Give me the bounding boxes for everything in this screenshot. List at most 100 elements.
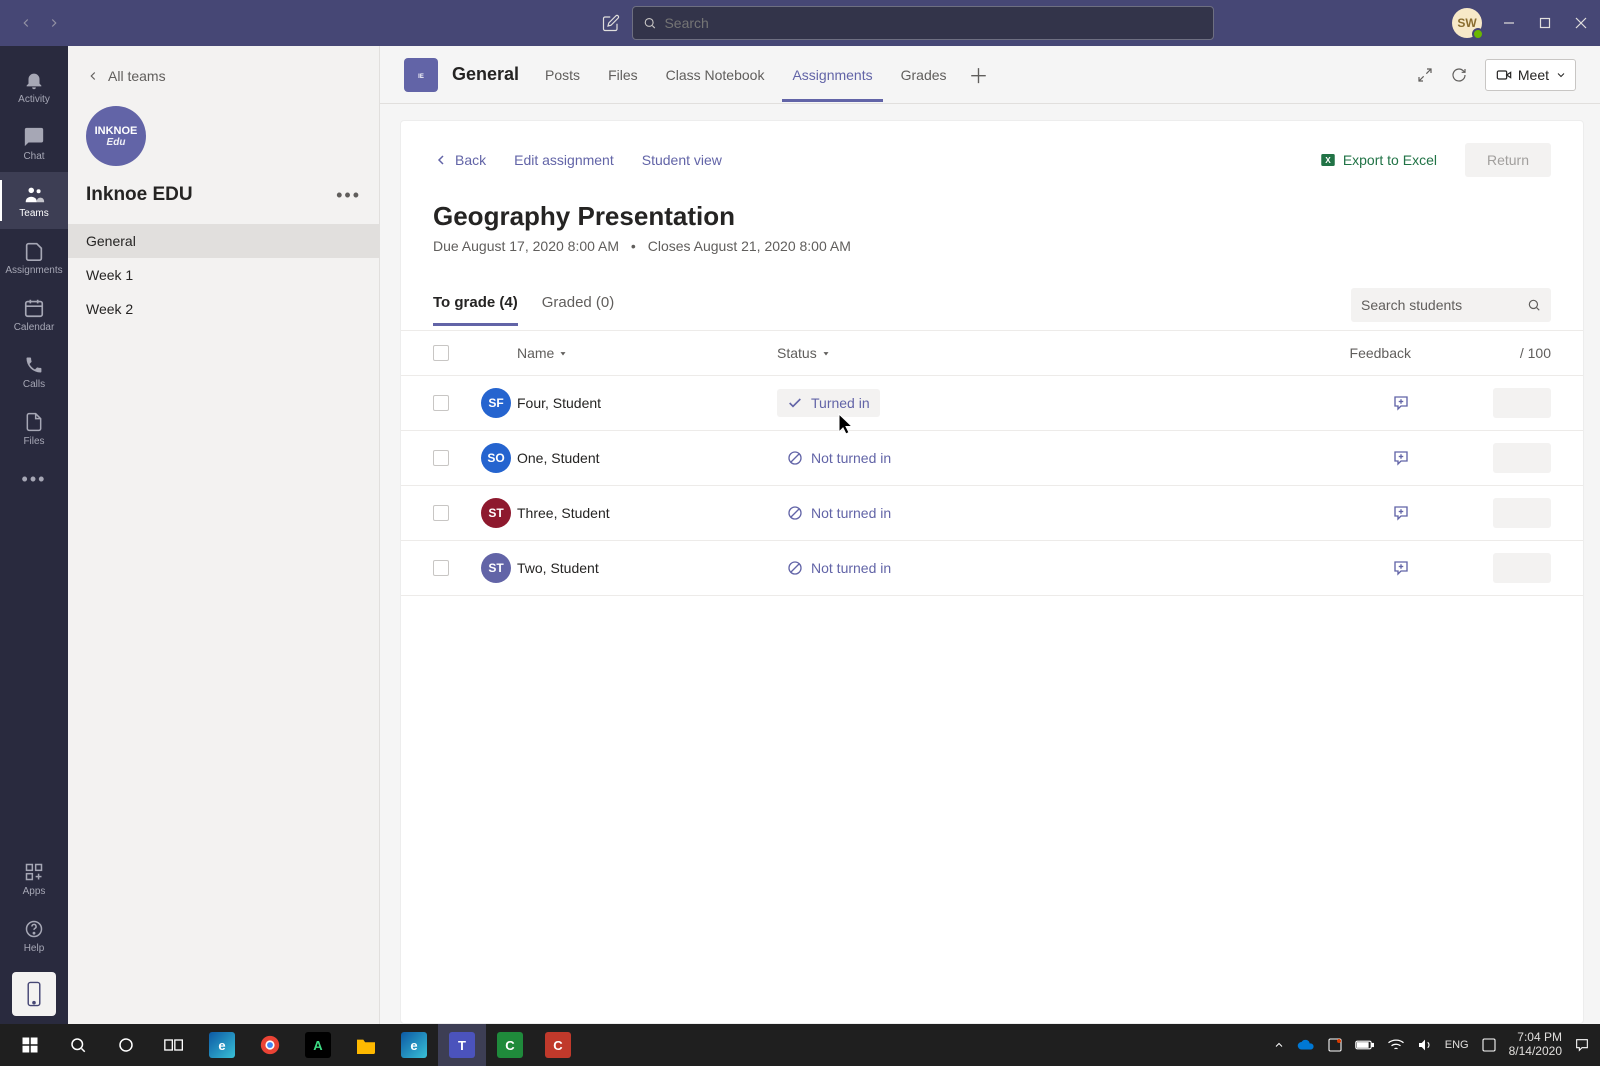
tray-action-center-icon[interactable] (1574, 1037, 1590, 1053)
channel-item[interactable]: Week 1 (68, 258, 379, 292)
app-rail: Activity Chat Teams Assignments Calendar… (0, 46, 68, 1024)
compose-icon[interactable] (602, 14, 620, 32)
team-more-button[interactable]: ••• (336, 185, 361, 206)
rail-teams[interactable]: Teams (0, 172, 68, 229)
start-button[interactable] (6, 1024, 54, 1066)
nav-forward-button[interactable] (44, 13, 64, 33)
taskbar-taskview[interactable] (150, 1024, 198, 1066)
window-minimize-button[interactable] (1500, 14, 1518, 32)
taskbar-app-camtasia2[interactable]: C (534, 1024, 582, 1066)
rail-calls[interactable]: Calls (0, 343, 68, 400)
feedback-button[interactable] (1391, 393, 1411, 413)
channel-tab[interactable]: Posts (541, 49, 584, 101)
taskbar-app-unknown1[interactable]: A (294, 1024, 342, 1066)
tray-update-icon[interactable] (1327, 1037, 1343, 1053)
tab-to-grade[interactable]: To grade (4) (433, 294, 518, 325)
taskbar-app-chrome[interactable] (246, 1024, 294, 1066)
taskbar-app-teams[interactable]: T (438, 1024, 486, 1066)
student-row[interactable]: STThree, StudentNot turned in (401, 486, 1583, 541)
rail-calendar[interactable]: Calendar (0, 286, 68, 343)
team-avatar[interactable]: INKNOE Edu (86, 106, 146, 166)
back-link[interactable]: Back (433, 152, 486, 168)
rail-chat[interactable]: Chat (0, 115, 68, 172)
status-pill[interactable]: Not turned in (777, 554, 901, 582)
window-close-button[interactable] (1572, 14, 1590, 32)
row-checkbox[interactable] (433, 395, 449, 411)
export-excel-link[interactable]: X Export to Excel (1319, 151, 1437, 169)
dot-separator: • (631, 238, 636, 254)
rail-apps[interactable]: Apps (0, 850, 68, 907)
feedback-button[interactable] (1391, 503, 1411, 523)
search-box[interactable] (632, 6, 1214, 40)
channel-tab[interactable]: Files (604, 49, 642, 101)
edit-assignment-link[interactable]: Edit assignment (514, 152, 614, 168)
tray-ime-icon[interactable] (1481, 1037, 1497, 1053)
tray-volume-icon[interactable] (1417, 1037, 1433, 1053)
status-pill[interactable]: Turned in (777, 389, 880, 417)
col-header-status[interactable]: Status (777, 345, 1117, 361)
nav-back-button[interactable] (16, 13, 36, 33)
status-pill[interactable]: Not turned in (777, 444, 901, 472)
student-row[interactable]: STTwo, StudentNot turned in (401, 541, 1583, 596)
tray-onedrive-icon[interactable] (1297, 1039, 1315, 1051)
channel-tab[interactable]: Class Notebook (662, 49, 769, 101)
feedback-button[interactable] (1391, 558, 1411, 578)
student-view-label: Student view (642, 152, 722, 168)
tray-battery-icon[interactable] (1355, 1039, 1375, 1051)
channel-tab[interactable]: Assignments (788, 49, 876, 101)
expand-icon[interactable] (1417, 67, 1433, 83)
taskbar-app-edge2[interactable]: e (390, 1024, 438, 1066)
row-checkbox[interactable] (433, 505, 449, 521)
meet-button[interactable]: Meet (1485, 59, 1576, 91)
taskbar-cortana[interactable] (102, 1024, 150, 1066)
assignment-meta: Due August 17, 2020 8:00 AM • Closes Aug… (433, 238, 1551, 254)
rail-more[interactable]: ••• (0, 457, 68, 501)
table-header-row: Name Status Feedback / 100 (401, 331, 1583, 376)
channel-tab[interactable]: Grades (897, 49, 951, 101)
clock-time: 7:04 PM (1509, 1031, 1562, 1045)
rail-assignments[interactable]: Assignments (0, 229, 68, 286)
select-all-checkbox[interactable] (433, 345, 449, 361)
refresh-icon[interactable] (1451, 67, 1467, 83)
more-icon: ••• (22, 467, 46, 491)
student-view-link[interactable]: Student view (642, 152, 722, 168)
channel-item[interactable]: General (68, 224, 379, 258)
channel-item[interactable]: Week 2 (68, 292, 379, 326)
feedback-button[interactable] (1391, 448, 1411, 468)
chat-icon (22, 125, 46, 149)
tray-clock[interactable]: 7:04 PM 8/14/2020 (1509, 1031, 1562, 1059)
rail-activity[interactable]: Activity (0, 58, 68, 115)
rail-files[interactable]: Files (0, 400, 68, 457)
search-icon (1527, 298, 1541, 312)
student-row[interactable]: SOOne, StudentNot turned in (401, 431, 1583, 486)
row-checkbox[interactable] (433, 450, 449, 466)
all-teams-link[interactable]: All teams (68, 60, 379, 92)
chevron-left-icon (433, 152, 449, 168)
taskbar-app-explorer[interactable] (342, 1024, 390, 1066)
search-input[interactable] (664, 15, 1203, 31)
col-header-name[interactable]: Name (517, 345, 777, 361)
status-pill[interactable]: Not turned in (777, 499, 901, 527)
tray-wifi-icon[interactable] (1387, 1038, 1405, 1052)
user-avatar[interactable]: SW (1452, 8, 1482, 38)
tab-graded[interactable]: Graded (0) (542, 294, 615, 325)
student-avatar: SF (481, 388, 511, 418)
row-checkbox[interactable] (433, 560, 449, 576)
tray-chevron-icon[interactable] (1273, 1039, 1285, 1051)
window-maximize-button[interactable] (1536, 14, 1554, 32)
score-input[interactable] (1493, 443, 1551, 473)
score-input[interactable] (1493, 498, 1551, 528)
rail-label: Teams (19, 208, 48, 219)
add-tab-button[interactable]: ＋ (965, 60, 993, 89)
rail-mobile-button[interactable] (12, 972, 56, 1016)
score-input[interactable] (1493, 553, 1551, 583)
taskbar-search[interactable] (54, 1024, 102, 1066)
taskbar-app-edge[interactable]: e (198, 1024, 246, 1066)
rail-help[interactable]: Help (0, 907, 68, 964)
score-input[interactable] (1493, 388, 1551, 418)
student-row[interactable]: SFFour, StudentTurned in (401, 376, 1583, 431)
due-text: Due August 17, 2020 8:00 AM (433, 238, 619, 254)
tray-language-icon[interactable]: ENG (1445, 1039, 1469, 1051)
taskbar-app-camtasia1[interactable]: C (486, 1024, 534, 1066)
search-students-box[interactable]: Search students (1351, 288, 1551, 322)
